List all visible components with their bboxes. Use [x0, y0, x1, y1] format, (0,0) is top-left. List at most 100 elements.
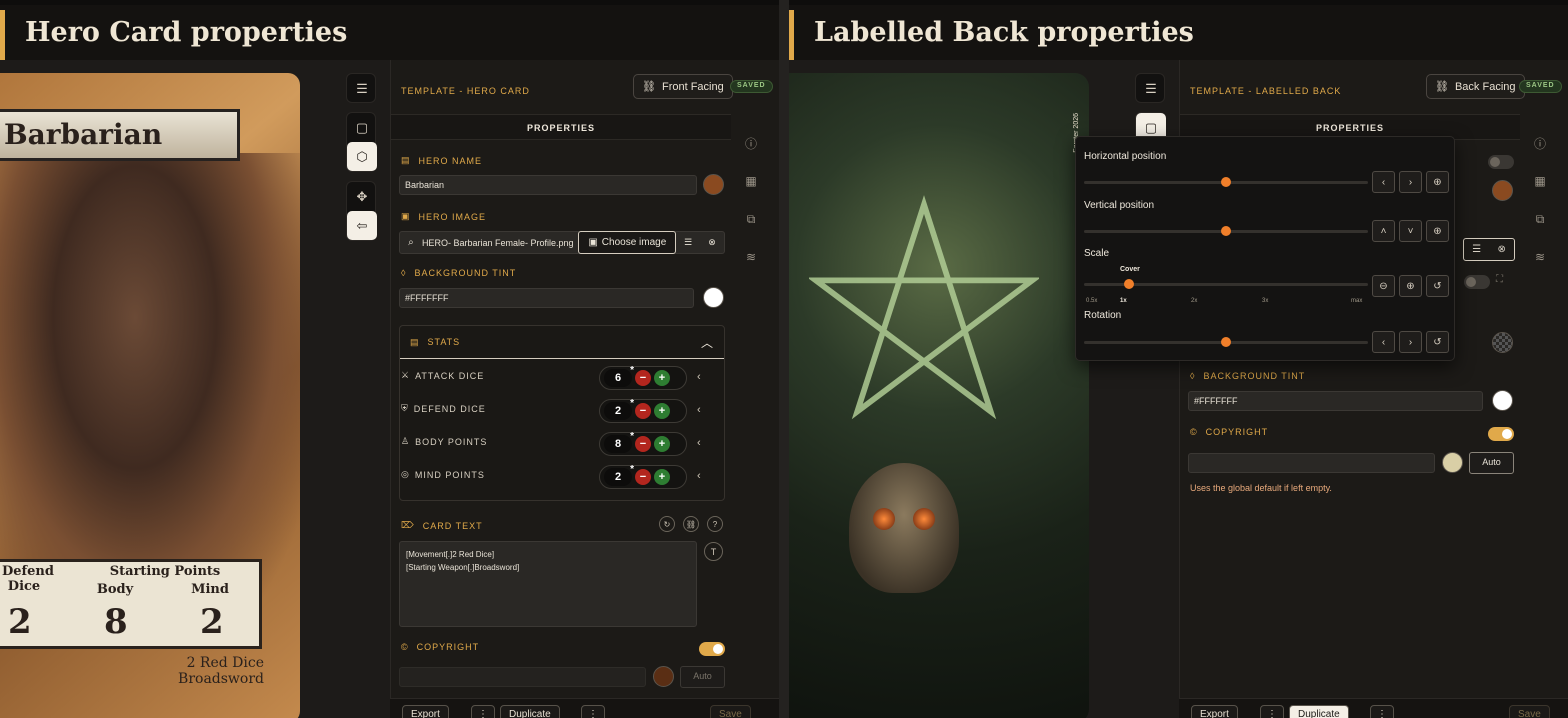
stat-value[interactable]: 2 — [604, 461, 634, 486]
chevron-left-icon[interactable]: ‹ — [1372, 171, 1395, 193]
auto-button[interactable]: Auto — [1469, 452, 1514, 474]
crosshair-icon[interactable]: ⊕ — [1426, 220, 1449, 242]
slider-knob[interactable] — [1221, 177, 1231, 187]
export-button[interactable]: Export — [402, 705, 449, 718]
background-tint-input[interactable] — [1188, 391, 1483, 411]
choose-image-button[interactable]: ▣ Choose image — [578, 231, 677, 254]
sliders-icon[interactable]: ☰ — [1136, 74, 1166, 103]
duplicate-more-icon[interactable]: ⋮ — [581, 705, 605, 718]
cube-icon[interactable]: ⬡ — [347, 142, 377, 171]
text-toggle[interactable] — [1488, 155, 1514, 169]
duplicate-button[interactable]: Duplicate — [1289, 705, 1349, 718]
grid-icon[interactable]: ▦ — [736, 162, 766, 200]
auto-button[interactable]: Auto — [680, 666, 725, 688]
info-icon[interactable]: ⓘ — [1525, 124, 1555, 162]
crosshair-icon[interactable]: ⊕ — [1426, 171, 1449, 193]
back-facing-button[interactable]: ⛓ Back Facing — [1426, 74, 1525, 99]
background-tint-swatch[interactable] — [703, 287, 724, 308]
zoom-out-icon[interactable]: ⊖ — [1372, 275, 1395, 297]
slider-knob[interactable] — [1221, 226, 1231, 236]
fit-toggle[interactable] — [1464, 275, 1490, 289]
back-arrow-icon[interactable]: ⇦ — [347, 211, 377, 240]
move-icon[interactable]: ✥ — [347, 182, 377, 211]
expand-icon[interactable]: ⛶ — [1496, 274, 1503, 285]
hero-image-filename[interactable]: HERO- Barbarian Female- Profile.png — [422, 238, 579, 248]
save-button[interactable]: Save — [710, 705, 751, 718]
help-icon[interactable]: ? — [707, 516, 723, 532]
link-icon[interactable]: ⛓ — [683, 516, 699, 532]
duplicate-button[interactable]: Duplicate — [500, 705, 560, 718]
sliders-icon[interactable]: ☰ — [1472, 244, 1481, 255]
background-tint-swatch[interactable] — [1492, 390, 1513, 411]
minus-icon[interactable]: − — [635, 469, 651, 485]
name-color-swatch[interactable] — [1492, 180, 1513, 201]
rotation-slider[interactable] — [1084, 337, 1368, 347]
text-format-icon[interactable]: T — [704, 542, 723, 561]
chevron-left-icon[interactable]: ‹ — [697, 437, 701, 449]
stat-value[interactable]: 8 — [604, 428, 634, 453]
sliders-icon[interactable]: ☰ — [347, 74, 377, 103]
vertical-position-slider[interactable] — [1084, 226, 1368, 236]
save-label: Save — [1518, 709, 1541, 718]
chevron-left-icon[interactable]: ‹ — [697, 404, 701, 416]
clear-icon[interactable]: ⊗ — [1497, 244, 1505, 255]
minus-icon[interactable]: − — [635, 403, 651, 419]
chevron-left-icon[interactable]: ‹ — [697, 470, 701, 482]
stats-header[interactable]: ▤ STATS ︿ — [400, 326, 724, 359]
copyright-toggle[interactable] — [1488, 427, 1514, 441]
save-button[interactable]: Save — [1509, 705, 1550, 718]
zoom-in-icon[interactable]: ⊕ — [1399, 275, 1422, 297]
plus-icon[interactable]: + — [654, 436, 670, 452]
chevron-down-icon[interactable]: ˅ — [1399, 220, 1422, 242]
minus-icon[interactable]: − — [635, 370, 651, 386]
plus-icon[interactable]: + — [654, 370, 670, 386]
chevron-up-icon[interactable]: ︿ — [701, 334, 714, 351]
slider-knob[interactable] — [1124, 279, 1135, 289]
tag-icon: ⌦ — [401, 520, 415, 530]
copy-icon[interactable]: ⧉ — [1525, 200, 1555, 238]
minus-icon[interactable]: − — [635, 436, 651, 452]
export-button[interactable]: Export — [1191, 705, 1238, 718]
transparent-swatch[interactable] — [1492, 332, 1513, 353]
copy-icon[interactable]: ⧉ — [736, 200, 766, 238]
copyright-input[interactable] — [1188, 453, 1435, 473]
info-icon[interactable]: ⓘ — [736, 124, 766, 162]
clear-icon[interactable]: ⊗ — [700, 237, 724, 248]
chevron-up-icon[interactable]: ˄ — [1372, 220, 1395, 242]
hero-name-color-swatch[interactable] — [703, 174, 724, 195]
template-label: TEMPLATE - LABELLED BACK — [1190, 86, 1342, 96]
chevron-right-icon[interactable]: › — [1399, 171, 1422, 193]
duplicate-more-icon[interactable]: ⋮ — [1370, 705, 1394, 718]
stat-value[interactable]: 6 — [604, 362, 634, 387]
export-more-icon[interactable]: ⋮ — [1260, 705, 1284, 718]
horizontal-position-slider[interactable] — [1084, 177, 1368, 187]
layers-icon[interactable]: ≋ — [736, 238, 766, 276]
copyright-toggle[interactable] — [699, 642, 725, 656]
square-icon[interactable]: ▢ — [347, 113, 377, 142]
front-facing-button[interactable]: ⛓ Front Facing — [633, 74, 733, 99]
card-line-weapon: Broadsword — [178, 671, 264, 687]
slider-knob[interactable] — [1221, 337, 1231, 347]
reset-icon[interactable]: ↺ — [1426, 275, 1449, 297]
plus-icon[interactable]: + — [654, 469, 670, 485]
scale-slider[interactable] — [1084, 279, 1368, 289]
copyright-input[interactable] — [399, 667, 646, 687]
grid-icon[interactable]: ▦ — [1525, 162, 1555, 200]
hero-name-input[interactable] — [399, 175, 697, 195]
copyright-color-swatch[interactable] — [1442, 452, 1463, 473]
background-tint-input[interactable] — [399, 288, 694, 308]
chevron-left-icon[interactable]: ‹ — [1372, 331, 1395, 353]
stat-value[interactable]: 2 — [604, 395, 634, 420]
layers-icon[interactable]: ≋ — [1525, 238, 1555, 276]
export-more-icon[interactable]: ⋮ — [471, 705, 495, 718]
copyright-icon: © — [401, 642, 409, 652]
sliders-icon[interactable]: ☰ — [676, 237, 700, 248]
plus-icon[interactable]: + — [654, 403, 670, 419]
hero-image-label-text: HERO IMAGE — [418, 211, 487, 222]
reset-icon[interactable]: ↺ — [1426, 331, 1449, 353]
chevron-left-icon[interactable]: ‹ — [697, 371, 701, 383]
refresh-icon[interactable]: ↻ — [659, 516, 675, 532]
chevron-right-icon[interactable]: › — [1399, 331, 1422, 353]
card-text-textarea[interactable]: [Movement[.]2 Red Dice] [Starting Weapon… — [399, 541, 697, 627]
copyright-color-swatch[interactable] — [653, 666, 674, 687]
